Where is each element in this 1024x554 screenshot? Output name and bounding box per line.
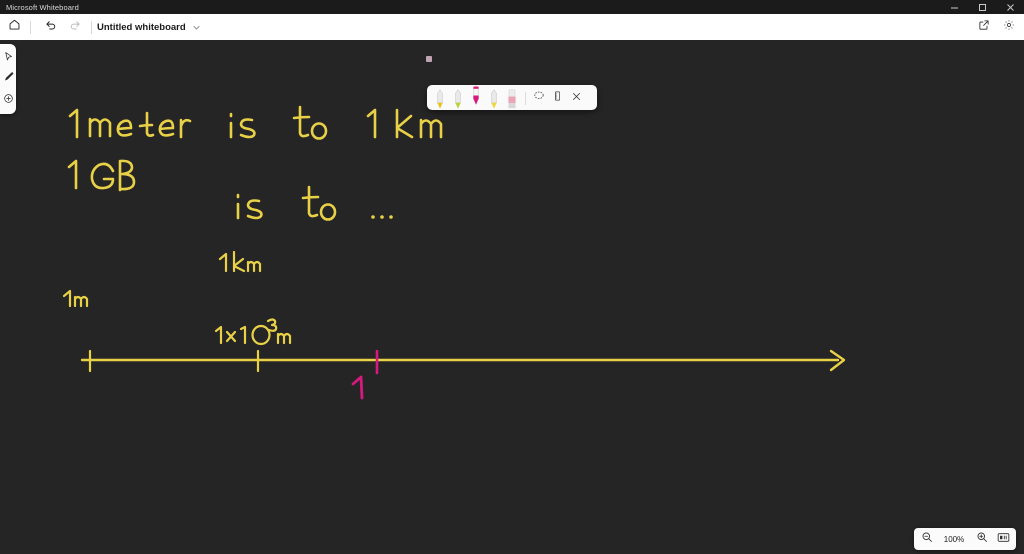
handwritten-word-to-2 (301, 185, 337, 221)
close-icon (1006, 3, 1015, 12)
window-title-bar: Microsoft Whiteboard (0, 0, 1024, 14)
app-title: Microsoft Whiteboard (6, 2, 79, 12)
lasso-select-icon (533, 89, 545, 107)
zoom-in-icon (976, 530, 988, 548)
label-1x10-3-m-ink (214, 318, 292, 346)
pen-tool-3-selected[interactable] (468, 84, 484, 110)
maximize-button[interactable] (968, 0, 996, 14)
zoom-out-icon (921, 530, 933, 548)
left-tool-rail (0, 44, 16, 114)
redo-button[interactable] (64, 17, 86, 37)
sidebar-item-insert[interactable] (1, 92, 15, 108)
pen-tool-2[interactable] (450, 85, 466, 110)
maximize-icon (978, 3, 987, 12)
zoom-in-button[interactable] (975, 530, 988, 548)
handwritten-line-1 (68, 108, 192, 139)
highlighter-tool-5[interactable] (504, 85, 520, 110)
sidebar-item-pen[interactable] (1, 71, 15, 87)
handwritten-word-to-1 (292, 105, 328, 140)
gear-icon (1003, 18, 1015, 36)
redo-icon (69, 18, 82, 36)
pen-icon (2, 70, 14, 88)
whiteboard-canvas[interactable]: 100% (0, 40, 1024, 554)
pen-tool-4[interactable] (486, 85, 502, 110)
ink-layer (62, 105, 846, 400)
stray-ink-dot (426, 56, 432, 62)
ruler-icon (552, 89, 563, 107)
pen-toolbar (427, 84, 597, 110)
handwritten-word-is-2 (236, 193, 263, 220)
sidebar-item-select[interactable] (1, 50, 15, 66)
fit-to-screen-button[interactable] (997, 533, 1010, 546)
plus-circle-icon (3, 91, 14, 109)
chevron-down-icon[interactable] (192, 23, 201, 32)
whiteboard-app: Microsoft Whiteboard Untitled whiteboard… (0, 0, 1024, 554)
handwritten-line-2 (67, 159, 136, 192)
app-toolbar: Untitled whiteboard (0, 14, 1024, 40)
toolbar-divider-1 (30, 20, 31, 34)
zoom-controls: 100% (914, 528, 1016, 550)
window-controls (940, 0, 1024, 14)
minimize-icon (950, 3, 959, 12)
close-icon (571, 89, 582, 107)
handwritten-word-is-1 (229, 112, 256, 139)
close-button[interactable] (996, 0, 1024, 14)
cursor-arrow-icon (3, 49, 14, 67)
home-icon (8, 18, 21, 36)
toolbar-divider-2 (91, 20, 92, 34)
label-1m-ink (62, 289, 89, 308)
label-magenta-1-ink (351, 375, 364, 400)
home-button[interactable] (3, 17, 25, 37)
pen-toolbar-divider (525, 92, 526, 105)
undo-icon (44, 18, 57, 36)
share-icon (978, 18, 990, 36)
fit-to-screen-icon (997, 530, 1010, 548)
ruler-button[interactable] (549, 85, 566, 110)
lasso-select-button[interactable] (530, 85, 547, 110)
label-1km-ink (218, 250, 262, 273)
handwritten-1km (366, 108, 443, 139)
zoom-out-button[interactable] (920, 530, 933, 548)
undo-button[interactable] (39, 17, 61, 37)
minimize-button[interactable] (940, 0, 968, 14)
share-button[interactable] (973, 17, 995, 37)
document-title[interactable]: Untitled whiteboard (97, 22, 186, 33)
handwritten-ellipsis (371, 215, 393, 219)
settings-button[interactable] (998, 17, 1020, 37)
number-line-arrowhead (829, 349, 846, 372)
pen-tool-1[interactable] (432, 85, 448, 110)
toolbar-right-group (970, 14, 1020, 40)
close-pen-toolbar-button[interactable] (568, 85, 585, 110)
zoom-level-label[interactable]: 100% (942, 535, 966, 544)
